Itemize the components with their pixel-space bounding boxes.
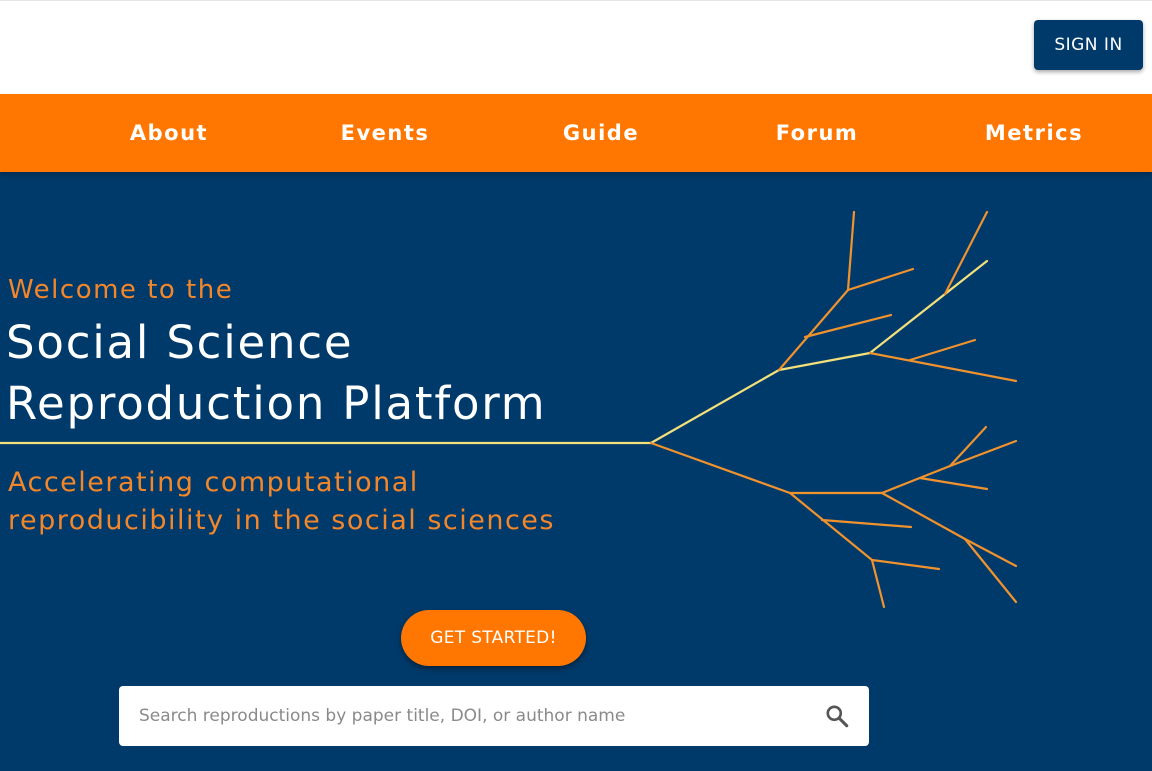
sign-in-button[interactable]: SIGN IN <box>1034 20 1143 70</box>
main-nav: About Events Guide Forum Metrics <box>0 94 1152 172</box>
search-input[interactable] <box>119 686 809 746</box>
tagline: Accelerating computational reproducibili… <box>8 464 555 540</box>
nav-item-metrics[interactable]: Metrics <box>934 94 1134 172</box>
nav-item-guide[interactable]: Guide <box>501 94 701 172</box>
page-title: Social Science Reproduction Platform <box>6 312 546 434</box>
search-icon[interactable] <box>824 703 850 729</box>
title-line-1: Social Science <box>6 316 354 369</box>
top-bar: SIGN IN <box>0 0 1152 94</box>
page: SIGN IN About Events Guide Forum Metrics <box>0 0 1152 771</box>
welcome-text: Welcome to the <box>8 275 234 305</box>
nav-item-about[interactable]: About <box>69 94 269 172</box>
tagline-line-1: Accelerating computational <box>8 467 419 498</box>
nav-item-forum[interactable]: Forum <box>717 94 917 172</box>
search-bar <box>119 686 869 746</box>
title-line-2: Reproduction Platform <box>6 377 547 430</box>
tagline-line-2: reproducibility in the social sciences <box>8 505 555 536</box>
hero-section: Welcome to the Social Science Reproducti… <box>0 172 1152 771</box>
nav-item-events[interactable]: Events <box>285 94 485 172</box>
get-started-button[interactable]: GET STARTED! <box>401 610 586 666</box>
